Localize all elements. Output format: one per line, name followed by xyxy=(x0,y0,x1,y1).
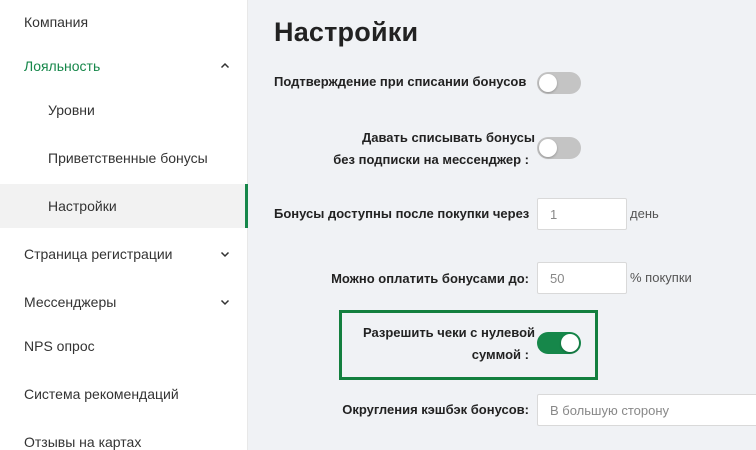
zero-receipts-toggle[interactable] xyxy=(537,332,581,354)
zero-receipts-label-2: суммой : xyxy=(471,347,529,362)
sidebar-item-loyalty[interactable]: Лояльность xyxy=(0,44,248,88)
chevron-up-icon xyxy=(219,60,231,72)
bonus-available-label: Бонусы доступны после покупки через xyxy=(274,206,530,221)
sidebar-item-welcome-bonuses[interactable]: Приветственные бонусы xyxy=(0,136,248,180)
sidebar-item-label: Уровни xyxy=(48,102,95,118)
sidebar-item-label: Система рекомендаций xyxy=(24,386,179,402)
sidebar-item-label: NPS опрос xyxy=(24,338,95,354)
sidebar-item-nps[interactable]: NPS опрос xyxy=(0,324,248,368)
sidebar-item-registration-page[interactable]: Страница регистрации xyxy=(0,232,248,276)
sidebar-item-label: Приветственные бонусы xyxy=(48,150,208,166)
pay-percent-input[interactable]: 50 xyxy=(537,262,627,294)
confirm-writeoff-label: Подтверждение при списании бонусов xyxy=(274,74,527,89)
sidebar-item-label: Настройки xyxy=(48,198,117,214)
chevron-down-icon xyxy=(219,248,231,260)
sidebar-item-settings[interactable]: Настройки xyxy=(0,184,248,228)
sidebar-item-messengers[interactable]: Мессенджеры xyxy=(0,280,248,324)
confirm-writeoff-toggle[interactable] xyxy=(537,72,581,94)
sidebar-item-map-reviews[interactable]: Отзывы на картах xyxy=(0,420,248,450)
zero-receipts-label-1: Разрешить чеки с нулевой xyxy=(362,325,535,340)
sidebar-item-label: Отзывы на картах xyxy=(24,434,142,450)
bonus-days-suffix: день xyxy=(630,206,659,221)
chevron-down-icon xyxy=(219,296,231,308)
sidebar-item-levels[interactable]: Уровни xyxy=(0,88,248,132)
sidebar-item-label: Мессенджеры xyxy=(24,294,117,310)
toggle-knob xyxy=(539,74,557,92)
toggle-knob xyxy=(539,139,557,157)
pay-with-bonus-label: Можно оплатить бонусами до: xyxy=(331,271,529,286)
allow-without-sub-label-2: без подписки на мессенджер : xyxy=(333,152,529,167)
sidebar-item-label: Компания xyxy=(24,14,89,30)
sidebar-item-label: Лояльность xyxy=(24,58,101,74)
rounding-select[interactable]: В большую сторону xyxy=(537,394,756,426)
bonus-days-input[interactable]: 1 xyxy=(537,198,627,230)
sidebar-item-label: Страница регистрации xyxy=(24,246,173,262)
sidebar: Компания Лояльность Уровни Приветственны… xyxy=(0,0,248,450)
toggle-knob xyxy=(561,334,579,352)
main-content: Настройки Подтверждение при списании бон… xyxy=(249,0,756,450)
sidebar-item-company[interactable]: Компания xyxy=(0,0,248,44)
rounding-label: Округления кэшбэк бонусов: xyxy=(342,402,529,417)
page-title: Настройки xyxy=(274,17,419,47)
allow-without-sub-label-1: Давать списывать бонусы xyxy=(362,130,535,145)
allow-without-sub-toggle[interactable] xyxy=(537,137,581,159)
pay-percent-suffix: % покупки xyxy=(630,270,692,285)
sidebar-item-referral[interactable]: Система рекомендаций xyxy=(0,372,248,416)
